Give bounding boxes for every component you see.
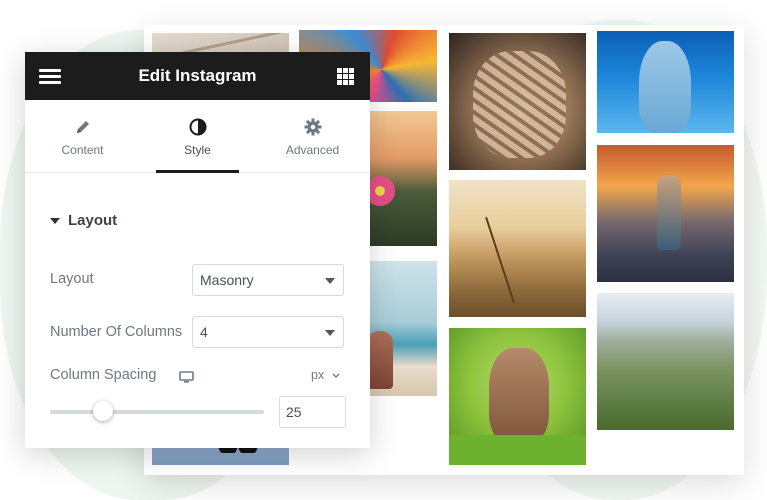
- chevron-down-icon: [325, 278, 335, 284]
- gear-icon: [304, 116, 322, 138]
- unit-selector[interactable]: px: [311, 368, 340, 382]
- column-spacing-label: Column Spacing: [50, 367, 157, 383]
- column-spacing-slider[interactable]: [50, 410, 264, 414]
- chevron-down-icon: [332, 373, 340, 378]
- unit-value: px: [311, 368, 325, 382]
- tab-style-label: Style: [184, 142, 211, 157]
- desktop-icon[interactable]: [179, 370, 194, 383]
- tab-advanced-label: Advanced: [285, 142, 340, 157]
- columns-label: Number Of Columns: [50, 324, 183, 340]
- panel-header: Edit Instagram: [25, 52, 370, 100]
- editor-panel: Edit Instagram Content Style Advanced La…: [25, 52, 370, 448]
- panel-title: Edit Instagram: [138, 66, 257, 85]
- panel-tabs: Content Style Advanced: [25, 100, 370, 173]
- section-toggle-layout[interactable]: Layout: [50, 212, 117, 229]
- layout-label: Layout: [50, 271, 94, 287]
- gallery-image-child-sunset[interactable]: [597, 145, 734, 282]
- chevron-down-icon: [325, 330, 335, 336]
- layout-select[interactable]: Masonry: [192, 264, 344, 296]
- tab-content-label: Content: [61, 142, 104, 157]
- gallery-image-wheat-field[interactable]: [449, 180, 586, 317]
- columns-select-value: 4: [200, 324, 208, 340]
- gallery-image-rabbit[interactable]: [449, 328, 586, 465]
- tab-style[interactable]: Style: [140, 100, 255, 173]
- pencil-icon: [75, 116, 91, 138]
- contrast-icon: [189, 116, 207, 138]
- gallery-image-flower[interactable]: [365, 111, 437, 246]
- column-spacing-input[interactable]: [279, 396, 346, 428]
- gallery-image-dolphin[interactable]: [597, 31, 734, 133]
- gallery-image-rope-knot[interactable]: [449, 33, 586, 170]
- tab-content[interactable]: Content: [25, 100, 140, 172]
- slider-handle[interactable]: [93, 401, 113, 421]
- section-title: Layout: [68, 212, 118, 229]
- apps-grid-icon[interactable]: [337, 68, 354, 85]
- hamburger-menu-icon[interactable]: [39, 69, 61, 84]
- tab-advanced[interactable]: Advanced: [255, 100, 370, 172]
- layout-select-value: Masonry: [200, 272, 254, 288]
- gallery-image-valley[interactable]: [597, 293, 734, 430]
- caret-down-icon: [50, 217, 60, 224]
- columns-select[interactable]: 4: [192, 316, 344, 348]
- gallery-image-beach[interactable]: [365, 261, 437, 396]
